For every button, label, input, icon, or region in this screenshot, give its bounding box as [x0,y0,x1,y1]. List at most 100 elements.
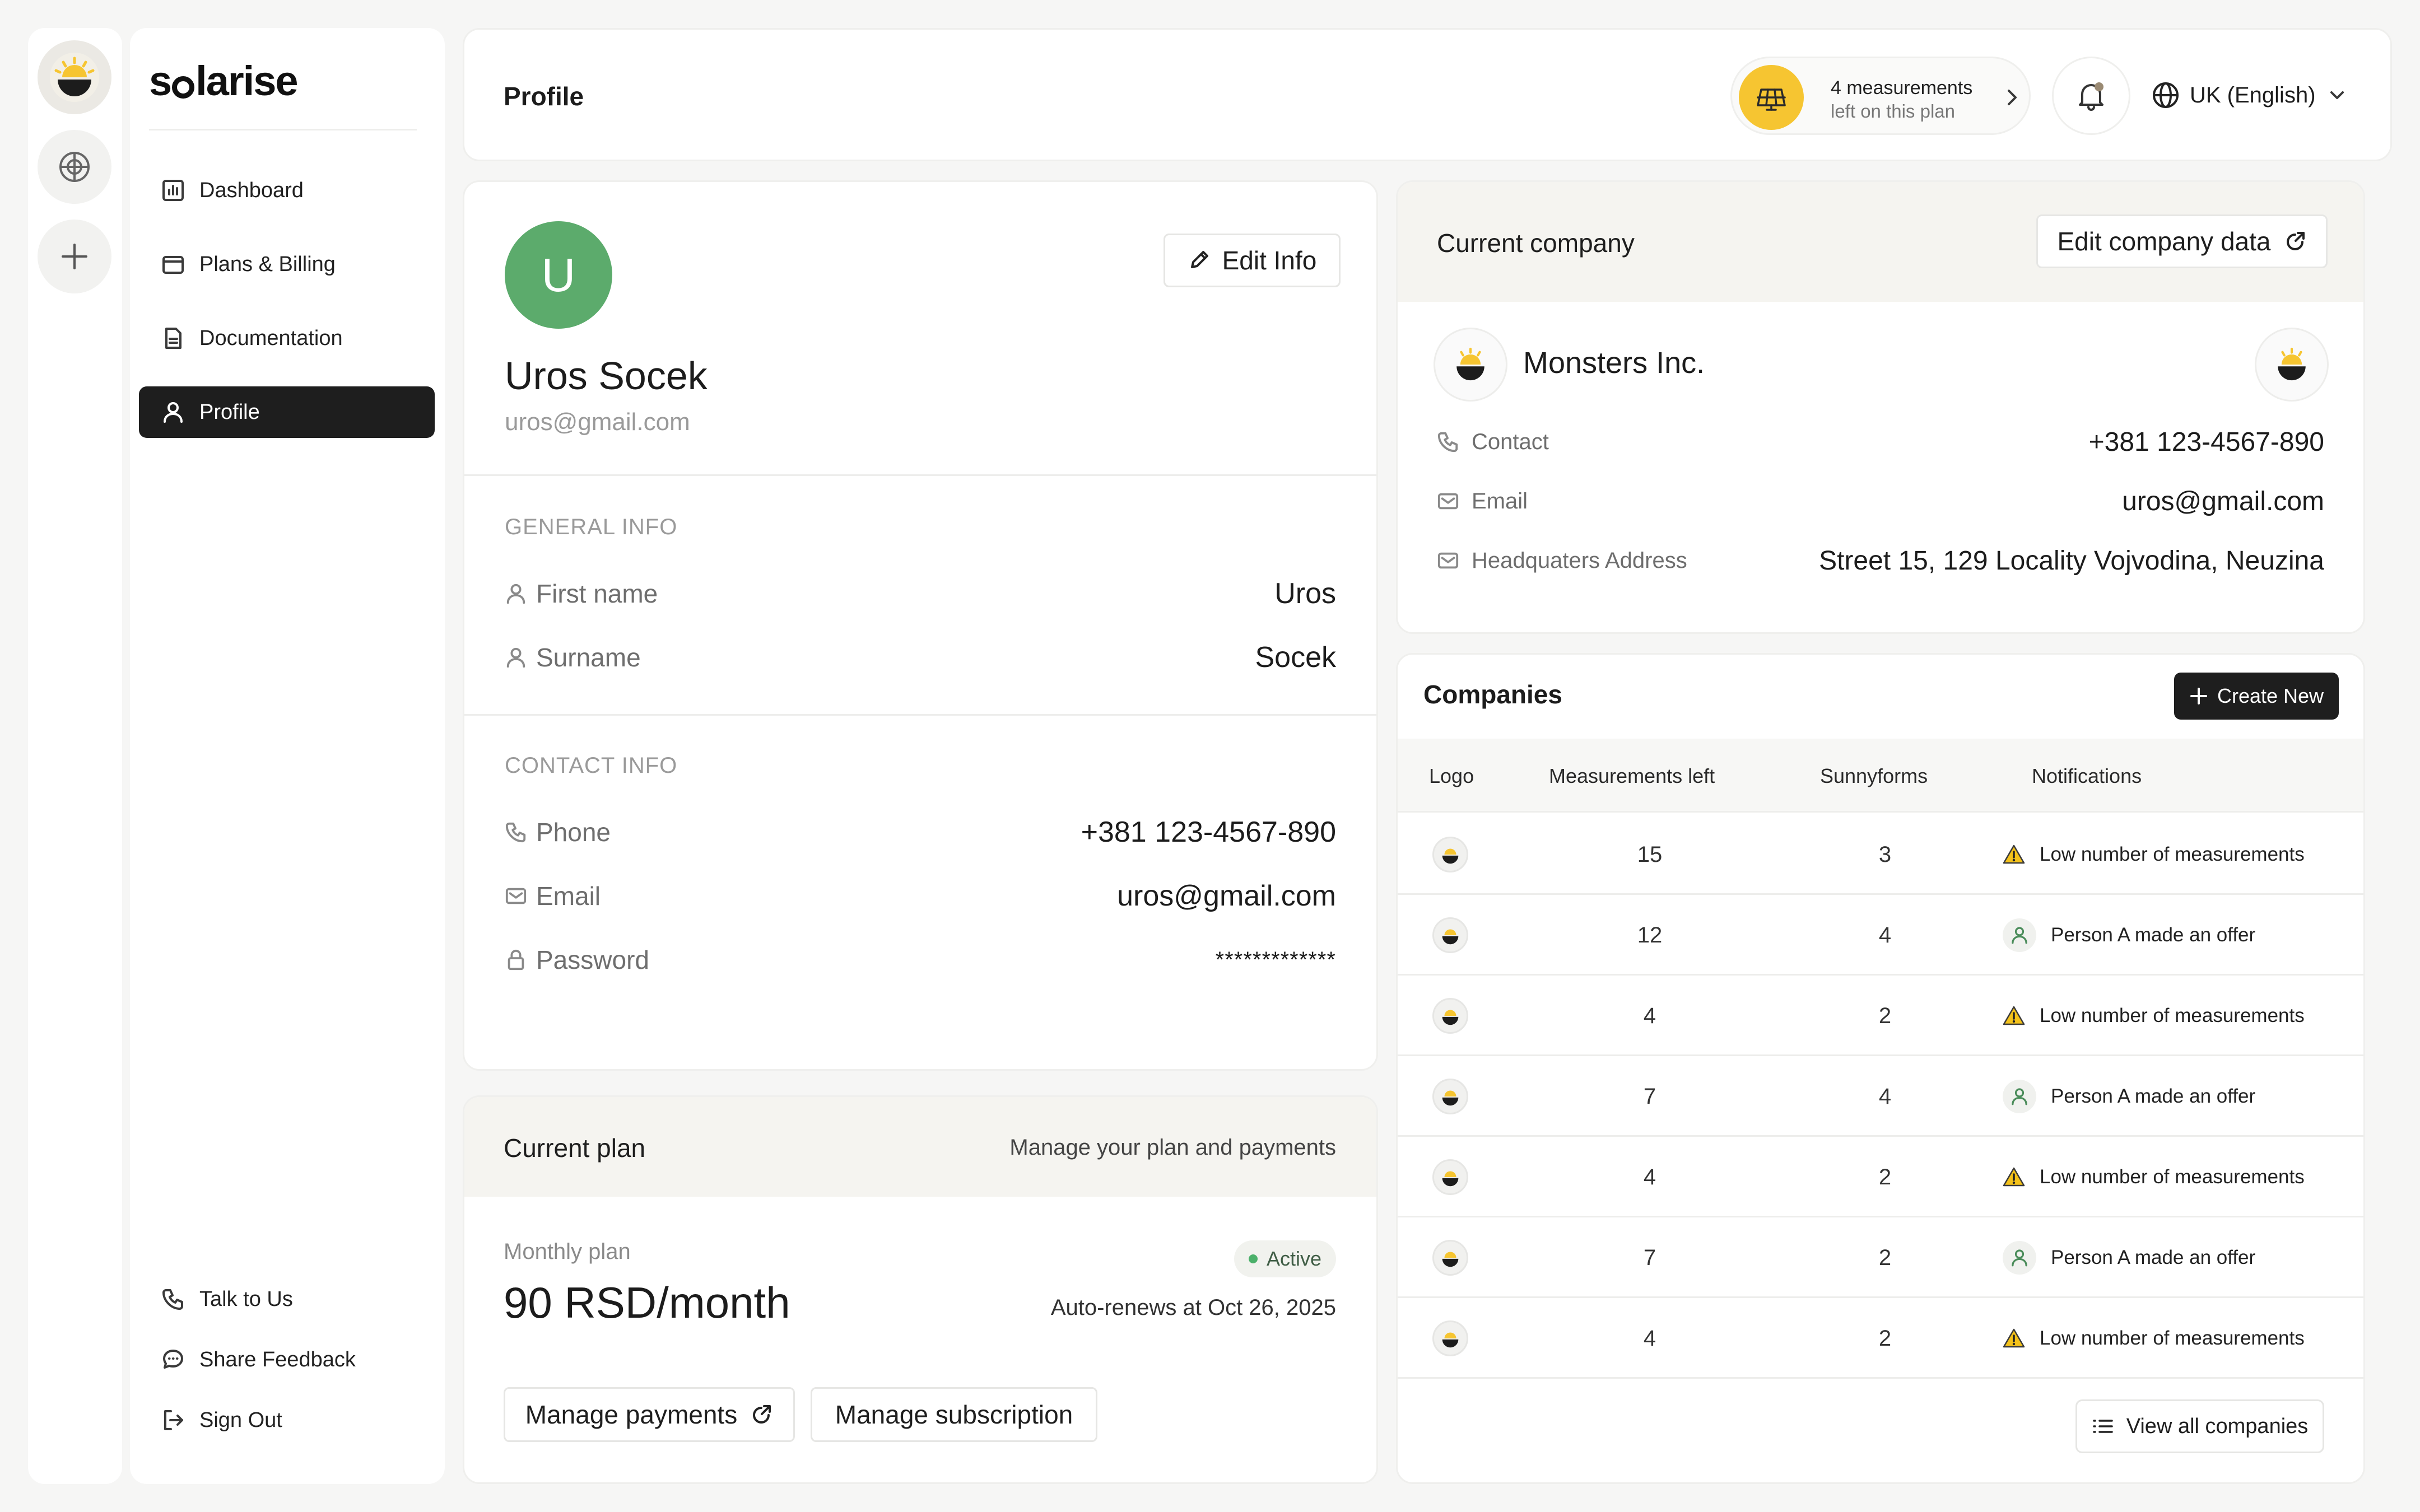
notification-text: Person A made an offer [2051,924,2256,946]
globe-grid-icon[interactable] [38,130,111,204]
brand-logo[interactable]: s larise [149,57,299,105]
measurements-cell: 7 [1643,1245,1656,1270]
sun-logo-icon[interactable] [38,40,111,114]
wallet-icon [162,256,184,274]
company-row-logo [1432,917,1468,953]
sidebar-item-label: Plans & Billing [199,252,336,276]
table-header: Logo Measurements left Sunnyforms Notifi… [1398,739,2363,813]
external-link-icon [2286,232,2305,250]
companies-card: Companies Create New Logo Measurements l… [1396,653,2365,1484]
top-header: Profile 4 measurements left on this plan… [463,28,2392,161]
plus-icon [2190,688,2207,704]
plan-price: 90 RSD/month [504,1278,790,1327]
edit-company-label: Edit company data [2057,227,2271,256]
measurements-cell: 15 [1637,842,1663,867]
notification-text: Low number of measurements [2040,1166,2305,1188]
password-label: Password [536,945,649,974]
view-all-label: View all companies [2126,1414,2309,1438]
surname-label: Surname [536,643,641,672]
company-row-logo [1432,1079,1468,1114]
sunnyforms-cell: 2 [1878,1245,1892,1270]
user-name: Uros Socek [505,354,708,398]
chat-bubble-icon [163,1350,183,1369]
company-email-label: Email [1472,488,1528,514]
mail-icon [1437,552,1459,569]
notification-text: Person A made an offer [2051,1085,2256,1107]
table-row[interactable]: 4 2 Low number of measurements [1398,1298,2363,1379]
table-row[interactable]: 12 4 Person A made an offer [1398,895,2363,976]
email-value: uros@gmail.com [1117,880,1336,912]
company-name: Monsters Inc. [1523,346,1705,380]
sidebar-item-talk-to-us[interactable]: Talk to Us [139,1273,435,1325]
bell-icon [2079,82,2103,111]
table-row[interactable]: 4 2 Low number of measurements [1398,1137,2363,1217]
divider [149,129,417,130]
current-company-card: Current company Edit company data Monste… [1396,180,2365,634]
notification-cell: Person A made an offer [2003,895,2255,976]
company-row-logo [1432,1159,1468,1195]
sidebar-item-label: Talk to Us [199,1287,293,1311]
user-icon [164,402,183,423]
notification-cell: Low number of measurements [2003,1137,2305,1217]
manage-payments-button[interactable]: Manage payments [504,1387,795,1442]
companies-title: Companies [1423,680,1562,709]
sidebar: s larise Dashboard Plans & Billing Docume… [130,28,445,1484]
avatar: U [505,221,612,329]
plus-icon[interactable] [38,220,111,293]
contact-info-heading: CONTACT INFO [505,753,678,778]
plan-title: Current plan [504,1133,646,1163]
mail-icon [1437,493,1459,510]
manage-plan-link[interactable]: Manage your plan and payments [1009,1135,1336,1160]
sidebar-item-dashboard[interactable]: Dashboard [139,165,435,216]
app-rail [28,28,122,1484]
table-row[interactable]: 7 4 Person A made an offer [1398,1056,2363,1137]
pencil-icon [1190,251,1208,268]
person-icon [2003,1241,2036,1275]
table-row[interactable]: 15 3 Low number of measurements [1398,814,2363,895]
first-name-value: Uros [1274,577,1336,610]
sunnyforms-cell: 4 [1878,1084,1892,1109]
table-row[interactable]: 7 2 Person A made an offer [1398,1217,2363,1298]
measurements-cell: 7 [1643,1084,1656,1109]
company-contact-row: Contact +381 123-4567-890 [1437,424,2324,460]
warning-icon [2003,1328,2025,1348]
edit-info-button[interactable]: Edit Info [1164,234,1341,287]
status-label: Active [1266,1247,1321,1270]
language-selector[interactable]: UK (English) [2152,81,2348,109]
notification-cell: Person A made an offer [2003,1217,2255,1298]
user-email: uros@gmail.com [505,408,690,436]
company-email-value: uros@gmail.com [2122,486,2324,516]
notification-text: Person A made an offer [2051,1247,2256,1268]
phone-value: +381 123-4567-890 [1081,816,1336,848]
first-name-label: First name [536,579,658,608]
hq-value: Street 15, 129 Locality Vojvodina, Neuzi… [1819,545,2324,576]
sidebar-item-label: Dashboard [199,178,304,202]
measurements-pill[interactable]: 4 measurements left on this plan [1730,57,2031,135]
divider [464,474,1376,476]
sidebar-item-sign-out[interactable]: Sign Out [139,1394,435,1446]
create-new-label: Create New [2217,684,2324,707]
create-new-button[interactable]: Create New [2174,673,2339,720]
sun-logo-icon [2255,328,2329,402]
dashboard-icon [162,180,184,201]
sidebar-item-plans-billing[interactable]: Plans & Billing [139,239,435,290]
company-row-logo [1432,998,1468,1034]
globe-icon [2153,82,2179,108]
sunnyforms-cell: 2 [1878,1326,1892,1351]
table-row[interactable]: 4 2 Low number of measurements [1398,976,2363,1056]
manage-subscription-button[interactable]: Manage subscription [811,1387,1097,1442]
view-all-companies-button[interactable]: View all companies [2075,1399,2324,1453]
notifications-button[interactable] [2052,57,2130,135]
sidebar-item-profile[interactable]: Profile [139,386,435,438]
password-row: Password ************* [505,940,1336,979]
sidebar-item-share-feedback[interactable]: Share Feedback [139,1334,435,1385]
company-email-row: Email uros@gmail.com [1437,483,2324,519]
solar-panel-icon [1739,65,1804,130]
company-logo [1434,328,1507,402]
sidebar-item-label: Sign Out [199,1408,282,1432]
edit-company-button[interactable]: Edit company data [2036,214,2328,268]
company-card-title: Current company [1437,228,1635,258]
sidebar-item-documentation[interactable]: Documentation [139,312,435,364]
notification-text: Low number of measurements [2040,1005,2305,1026]
sidebar-item-label: Profile [199,400,260,424]
